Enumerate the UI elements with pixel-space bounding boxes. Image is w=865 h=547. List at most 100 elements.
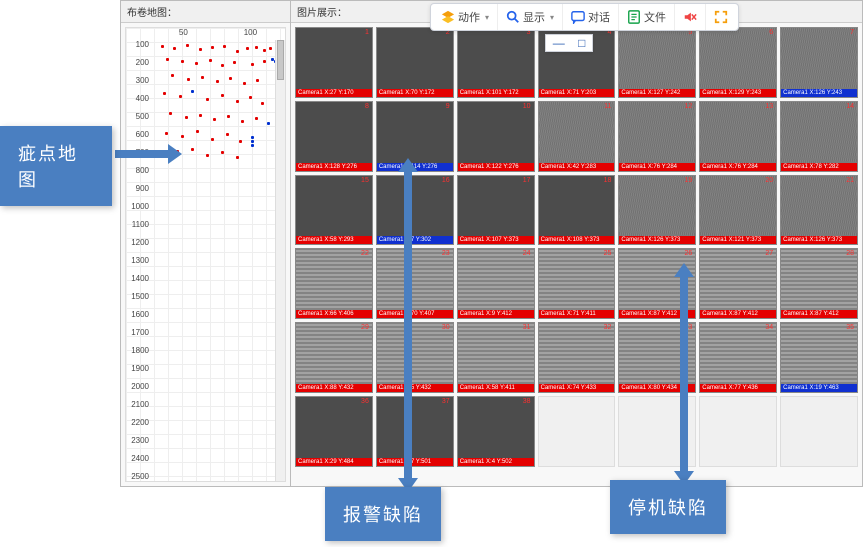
defect-thumbnail[interactable]: 17Camera1 X:107 Y:373	[457, 175, 535, 246]
defect-point[interactable]	[169, 112, 172, 115]
fullscreen-button[interactable]	[706, 4, 736, 30]
defect-thumbnail[interactable]: 23Camera1 X:70 Y:407	[376, 248, 454, 319]
defect-thumbnail[interactable]: 32Camera1 X:74 Y:433	[538, 322, 616, 393]
defect-point[interactable]	[166, 58, 169, 61]
defect-thumbnail[interactable]: 36Camera1 X:29 Y:484	[295, 396, 373, 467]
defect-thumbnail[interactable]: 27Camera1 X:87 Y:412	[699, 248, 777, 319]
defect-point[interactable]	[206, 154, 209, 157]
defect-point[interactable]	[206, 98, 209, 101]
defect-point[interactable]	[211, 46, 214, 49]
defect-point[interactable]	[211, 138, 214, 141]
action-menu-button[interactable]: 动作 ▾	[433, 4, 498, 30]
defect-thumbnail[interactable]: 2Camera1 X:70 Y:172	[376, 27, 454, 98]
defect-thumbnail[interactable]: 16Camera1 X:7 Y:302	[376, 175, 454, 246]
defect-point[interactable]	[195, 62, 198, 65]
defect-thumbnail[interactable]: 10Camera1 X:122 Y:276	[457, 101, 535, 172]
thumb-scroll-area[interactable]: 1Camera1 X:27 Y:1702Camera1 X:70 Y:1723C…	[291, 23, 862, 486]
defect-thumbnail[interactable]: 22Camera1 X:66 Y:406	[295, 248, 373, 319]
defect-point[interactable]	[209, 59, 212, 62]
defect-thumbnail[interactable]: 3Camera1 X:101 Y:172	[457, 27, 535, 98]
defect-point[interactable]	[191, 90, 194, 93]
maximize-button[interactable]: □	[578, 36, 585, 50]
defect-point[interactable]	[185, 116, 188, 119]
defect-thumbnail[interactable]: 21Camera1 X:126 Y:373	[780, 175, 858, 246]
dialog-button[interactable]: 对话	[563, 4, 619, 30]
defect-point[interactable]	[199, 48, 202, 51]
defect-point[interactable]	[251, 140, 254, 143]
defect-point[interactable]	[186, 44, 189, 47]
defect-point[interactable]	[199, 114, 202, 117]
defect-thumbnail[interactable]: 19Camera1 X:126 Y:373	[618, 175, 696, 246]
defect-map[interactable]: 50100 1002003004005006007008009001000110…	[125, 27, 286, 482]
defect-point[interactable]	[256, 79, 259, 82]
defect-thumbnail[interactable]: 7Camera1 X:126 Y:243	[780, 27, 858, 98]
defect-point[interactable]	[223, 45, 226, 48]
defect-point[interactable]	[255, 46, 258, 49]
defect-point[interactable]	[181, 60, 184, 63]
defect-point[interactable]	[201, 76, 204, 79]
defect-thumbnail[interactable]: 8Camera1 X:128 Y:276	[295, 101, 373, 172]
scrollbar-thumb[interactable]	[277, 40, 284, 80]
defect-point[interactable]	[221, 64, 224, 67]
defect-point[interactable]	[227, 115, 230, 118]
defect-point[interactable]	[165, 132, 168, 135]
defect-point[interactable]	[251, 136, 254, 139]
defect-point[interactable]	[229, 77, 232, 80]
defect-thumbnail[interactable]: 35Camera1 X:19 Y:463	[780, 322, 858, 393]
display-menu-button[interactable]: 显示 ▾	[498, 4, 563, 30]
defect-thumbnail[interactable]: 13Camera1 X:76 Y:284	[699, 101, 777, 172]
defect-point[interactable]	[269, 47, 272, 50]
defect-thumbnail[interactable]: 34Camera1 X:77 Y:436	[699, 322, 777, 393]
defect-thumbnail[interactable]: 20Camera1 X:121 Y:373	[699, 175, 777, 246]
defect-point[interactable]	[179, 95, 182, 98]
file-button[interactable]: 文件	[619, 4, 675, 30]
defect-thumbnail[interactable]: 29Camera1 X:88 Y:432	[295, 322, 373, 393]
map-scrollbar[interactable]	[275, 40, 285, 481]
defect-point[interactable]	[187, 78, 190, 81]
defect-point[interactable]	[236, 156, 239, 159]
defect-point[interactable]	[267, 122, 270, 125]
defect-point[interactable]	[236, 50, 239, 53]
defect-point[interactable]	[233, 61, 236, 64]
defect-thumbnail[interactable]: 14Camera1 X:78 Y:282	[780, 101, 858, 172]
defect-thumbnail[interactable]: 12Camera1 X:76 Y:284	[618, 101, 696, 172]
defect-thumbnail[interactable]: 38Camera1 X:4 Y:502	[457, 396, 535, 467]
defect-point[interactable]	[261, 102, 264, 105]
defect-point[interactable]	[191, 148, 194, 151]
defect-point[interactable]	[249, 96, 252, 99]
defect-point[interactable]	[173, 47, 176, 50]
defect-point[interactable]	[263, 49, 266, 52]
defect-point[interactable]	[161, 45, 164, 48]
defect-point[interactable]	[246, 47, 249, 50]
defect-point[interactable]	[171, 74, 174, 77]
defect-thumbnail[interactable]: 11Camera1 X:42 Y:283	[538, 101, 616, 172]
defect-thumbnail[interactable]: 37Camera1 X:7 Y:501	[376, 396, 454, 467]
defect-point[interactable]	[221, 94, 224, 97]
defect-point[interactable]	[196, 130, 199, 133]
defect-point[interactable]	[251, 144, 254, 147]
defect-point[interactable]	[236, 100, 239, 103]
defect-thumbnail[interactable]: 25Camera1 X:71 Y:411	[538, 248, 616, 319]
defect-thumbnail[interactable]: 1Camera1 X:27 Y:170	[295, 27, 373, 98]
defect-point[interactable]	[239, 140, 242, 143]
defect-point[interactable]	[263, 60, 266, 63]
defect-thumbnail[interactable]: 5Camera1 X:127 Y:242	[618, 27, 696, 98]
minimize-button[interactable]: —	[553, 36, 565, 50]
defect-thumbnail[interactable]: 24Camera1 X:9 Y:412	[457, 248, 535, 319]
mute-button[interactable]	[675, 4, 706, 30]
defect-point[interactable]	[213, 118, 216, 121]
defect-point[interactable]	[216, 80, 219, 83]
defect-thumbnail[interactable]: 15Camera1 X:58 Y:293	[295, 175, 373, 246]
defect-point[interactable]	[255, 117, 258, 120]
defect-point[interactable]	[181, 135, 184, 138]
defect-point[interactable]	[241, 120, 244, 123]
defect-point[interactable]	[226, 133, 229, 136]
defect-thumbnail[interactable]: 28Camera1 X:87 Y:412	[780, 248, 858, 319]
defect-thumbnail[interactable]: 18Camera1 X:108 Y:373	[538, 175, 616, 246]
defect-thumbnail[interactable]: 30Camera1 X:5 Y:432	[376, 322, 454, 393]
defect-thumbnail[interactable]: 6Camera1 X:129 Y:243	[699, 27, 777, 98]
defect-point[interactable]	[163, 92, 166, 95]
defect-point[interactable]	[251, 63, 254, 66]
defect-point[interactable]	[243, 82, 246, 85]
defect-thumbnail[interactable]: 31Camera1 X:58 Y:411	[457, 322, 535, 393]
